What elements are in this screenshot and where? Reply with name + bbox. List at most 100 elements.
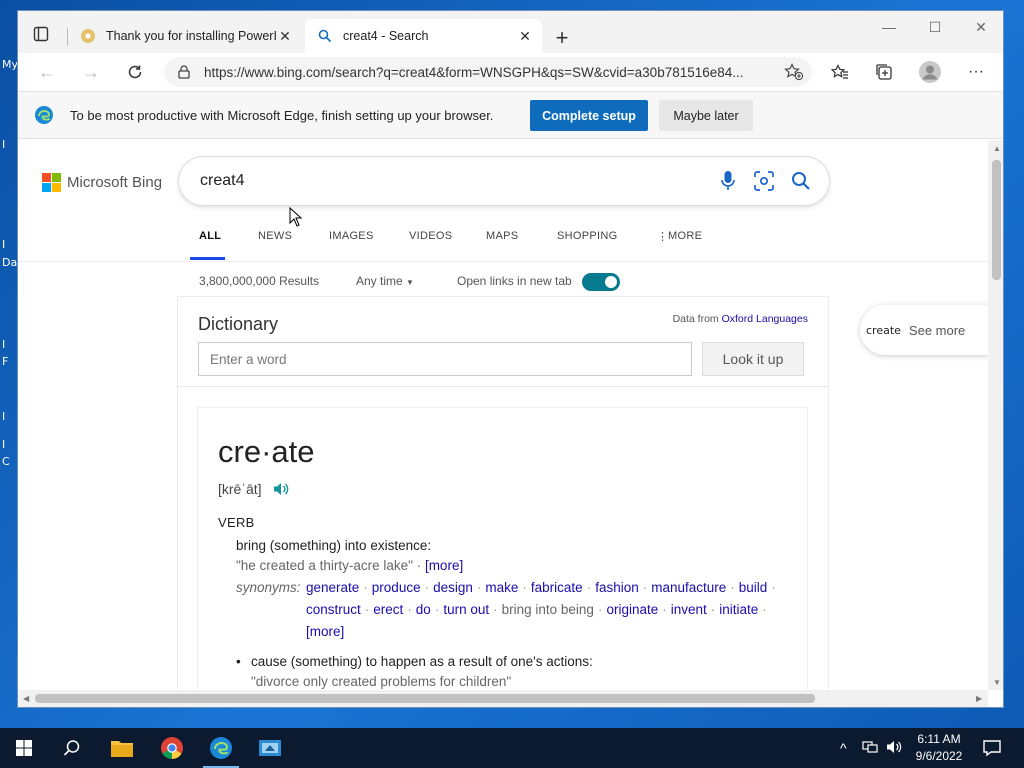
tab-news[interactable]: NEWS — [258, 230, 292, 242]
maybe-later-button[interactable]: Maybe later — [659, 100, 753, 131]
time-filter-dropdown[interactable]: Any time ▼ — [356, 274, 414, 288]
back-icon[interactable]: ← — [32, 59, 62, 85]
network-icon[interactable] — [862, 740, 878, 757]
scroll-down-icon[interactable]: ▼ — [993, 678, 1001, 687]
synonym-link[interactable]: fabricate — [531, 580, 583, 595]
tab-poweriso[interactable]: Thank you for installing PowerIS ✕ — [68, 19, 302, 53]
dictionary-title: Dictionary — [198, 314, 279, 334]
see-more-card[interactable]: create See more — [860, 305, 988, 355]
edge-taskbar-icon[interactable] — [197, 728, 245, 768]
synonym-link[interactable]: build — [739, 580, 768, 595]
new-tab-icon[interactable]: + — [549, 25, 575, 51]
search-box[interactable]: creat4 — [179, 157, 829, 205]
close-window-icon[interactable]: ✕ — [958, 13, 1003, 41]
lock-icon[interactable] — [176, 64, 192, 80]
notification-center-icon[interactable] — [980, 736, 1004, 760]
synonym-link[interactable]: manufacture — [651, 580, 726, 595]
url-text[interactable]: https://www.bing.com/search?q=creat4&for… — [204, 65, 770, 80]
collections-icon[interactable] — [870, 59, 898, 85]
microsoft-logo-icon — [42, 173, 61, 192]
show-hidden-icons-icon[interactable]: ^ — [840, 740, 847, 756]
synonym-link[interactable]: design — [433, 580, 473, 595]
tab-all[interactable]: ALL — [199, 230, 221, 242]
desktop-icon-label[interactable]: I — [2, 438, 5, 451]
minimize-icon[interactable]: — — [866, 13, 912, 41]
speaker-icon[interactable] — [272, 481, 290, 497]
setup-infobar: To be most productive with Microsoft Edg… — [18, 91, 1003, 139]
complete-setup-button[interactable]: Complete setup — [530, 100, 648, 131]
horizontal-scroll-thumb[interactable] — [35, 694, 815, 703]
search-favicon-icon — [317, 28, 333, 44]
data-from-label: Data from — [672, 313, 719, 325]
example-1: "he created a thirty-acre lake" · [more] — [236, 558, 463, 573]
address-bar[interactable]: https://www.bing.com/search?q=creat4&for… — [164, 57, 812, 87]
desktop-icon-label[interactable]: Da — [2, 256, 17, 269]
synonym-link[interactable]: construct — [306, 602, 361, 617]
profile-avatar-icon[interactable] — [916, 59, 944, 85]
desktop-icon-label[interactable]: F — [2, 355, 8, 368]
maximize-icon[interactable]: ☐ — [912, 13, 958, 41]
synonym-link[interactable]: erect — [373, 602, 403, 617]
settings-more-icon[interactable]: ··· — [962, 59, 990, 85]
synonym-link[interactable]: make — [485, 580, 518, 595]
oxford-link[interactable]: Oxford Languages — [722, 313, 808, 325]
synonym-link[interactable]: turn out — [443, 602, 489, 617]
volume-icon[interactable] — [886, 740, 902, 757]
refresh-icon[interactable] — [120, 59, 150, 85]
file-explorer-icon[interactable] — [98, 728, 146, 768]
forward-icon[interactable]: → — [76, 59, 106, 85]
app-taskbar-icon[interactable] — [246, 728, 294, 768]
open-links-toggle[interactable] — [582, 273, 620, 291]
start-button[interactable] — [0, 728, 48, 768]
synonym-link[interactable]: fashion — [595, 580, 639, 595]
tab-more[interactable]: MORE — [668, 230, 702, 242]
tab-actions-icon[interactable] — [24, 21, 58, 47]
chrome-icon[interactable] — [148, 728, 196, 768]
scroll-up-icon[interactable]: ▲ — [993, 144, 1001, 153]
tab-shopping[interactable]: SHOPPING — [557, 230, 617, 242]
close-tab-icon[interactable]: ✕ — [276, 27, 294, 45]
synonyms-label: synonyms: — [236, 580, 301, 595]
search-input[interactable]: creat4 — [200, 172, 244, 190]
data-source: Data from Oxford Languages — [673, 313, 808, 325]
synonyms-line-1: generate · produce · design · make · fabricate · f… — [306, 580, 776, 595]
synonym-link[interactable]: invent — [671, 602, 707, 617]
desktop-icon-label[interactable]: My — [2, 58, 18, 71]
synonym-link[interactable]: do — [416, 602, 431, 617]
add-favorite-icon[interactable] — [784, 63, 804, 81]
search-icon[interactable] — [790, 170, 812, 192]
tab-videos[interactable]: VIDEOS — [409, 230, 452, 242]
desktop-icon-label[interactable]: I — [2, 138, 5, 151]
close-tab-icon[interactable]: ✕ — [516, 27, 534, 45]
bing-logo[interactable]: Microsoft Bing — [42, 173, 162, 192]
vertical-scrollbar[interactable]: ▲ ▼ — [988, 140, 1003, 690]
synonym-link[interactable]: generate — [306, 580, 359, 595]
microphone-icon[interactable] — [717, 170, 739, 192]
chevron-down-icon: ▼ — [406, 278, 414, 287]
visual-search-icon[interactable] — [753, 170, 775, 192]
synonym-link[interactable]: initiate — [719, 602, 758, 617]
desktop-icon-label[interactable]: I — [2, 338, 5, 351]
look-it-up-button[interactable]: Look it up — [702, 342, 804, 376]
scroll-right-icon[interactable]: ▶ — [976, 694, 982, 703]
synonyms-more-link[interactable]: [more] — [306, 624, 344, 639]
desktop-icon-label[interactable]: C — [2, 455, 10, 468]
more-link[interactable]: [more] — [425, 558, 463, 573]
desktop-icon-label[interactable]: I — [2, 238, 5, 251]
more-dots-icon[interactable]: ⋮ — [657, 230, 668, 243]
definition-panel: cre·ate [krēˈāt] VERB bring (something) … — [198, 408, 807, 690]
tab-images[interactable]: IMAGES — [329, 230, 374, 242]
desktop-icon-label[interactable]: I — [2, 410, 5, 423]
horizontal-scrollbar[interactable]: ◀ ▶ — [18, 690, 988, 707]
scroll-left-icon[interactable]: ◀ — [23, 694, 29, 703]
favorites-icon[interactable] — [826, 59, 854, 85]
vertical-scroll-thumb[interactable] — [992, 160, 1001, 280]
tab-search[interactable]: creat4 - Search ✕ — [305, 19, 542, 53]
word-input[interactable]: Enter a word — [198, 342, 692, 376]
address-toolbar: ← → https://www.bing.com/search?q=creat4… — [18, 53, 1003, 91]
synonym-link[interactable]: originate — [606, 602, 658, 617]
tab-maps[interactable]: MAPS — [486, 230, 518, 242]
synonym-link[interactable]: produce — [372, 580, 421, 595]
taskbar-search-icon[interactable] — [48, 728, 96, 768]
system-clock[interactable]: 6:11 AM 9/6/2022 — [905, 731, 973, 765]
